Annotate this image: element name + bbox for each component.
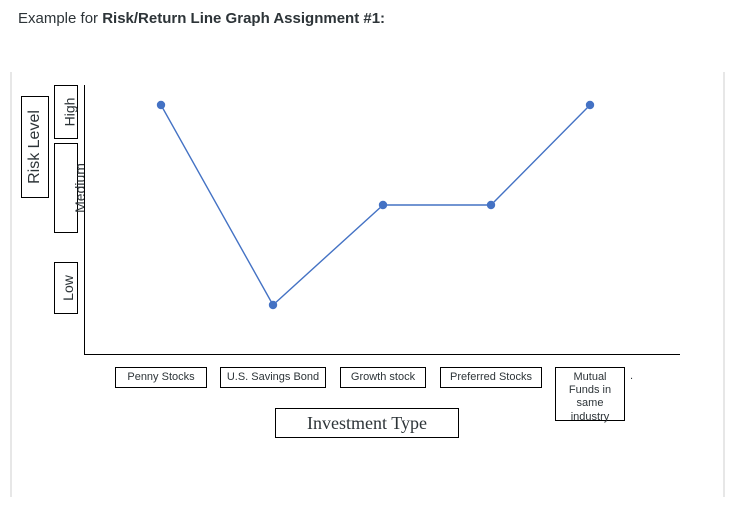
x-cat-us-savings-bond: U.S. Savings Bond — [220, 367, 326, 388]
x-cat-preferred-stocks: Preferred Stocks — [440, 367, 542, 388]
x-cat-growth-stock: Growth stock — [340, 367, 426, 388]
title-bold: Risk/Return Line Graph Assignment #1: — [102, 10, 385, 27]
y-tick-high: High — [54, 85, 78, 139]
page-title: Example for Risk/Return Line Graph Assig… — [18, 10, 385, 27]
line-chart — [84, 85, 680, 355]
stray-dot: . — [630, 370, 633, 382]
x-cat-mutual-funds: Mutual Funds in same industry — [555, 367, 625, 421]
x-cat-penny-stocks: Penny Stocks — [115, 367, 207, 388]
y-tick-medium: Medium — [54, 143, 78, 233]
title-prefix: Example for — [18, 10, 102, 27]
x-axis-label: Investment Type — [275, 408, 459, 438]
y-tick-low: Low — [54, 262, 78, 314]
